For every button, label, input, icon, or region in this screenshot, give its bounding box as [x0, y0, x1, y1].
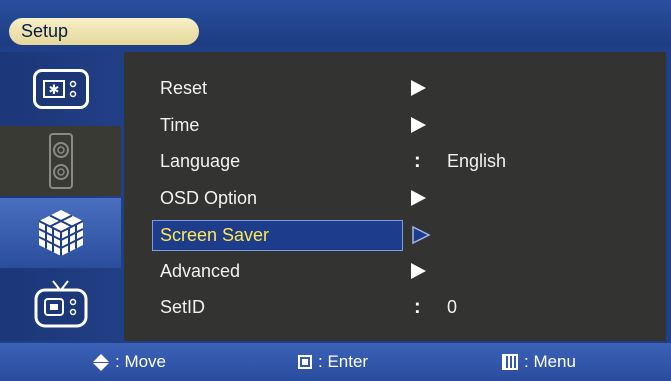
menu-item-reset[interactable]: Reset — [124, 70, 666, 106]
menu-item-advanced[interactable]: Advanced — [124, 253, 666, 289]
help-move-label: : Move — [115, 352, 167, 371]
value-separator: : — [414, 296, 421, 318]
language-value: English — [447, 151, 507, 171]
menu-item-language[interactable]: Language : English — [124, 143, 666, 179]
setup-menu-panel: Reset Time Language : English OSD Option… — [124, 52, 666, 341]
help-menu: : Menu — [502, 343, 576, 381]
submenu-arrow-icon — [411, 190, 426, 206]
menu-item-osd-option[interactable]: OSD Option — [124, 180, 666, 216]
menu-item-label: Time — [160, 115, 200, 135]
submenu-arrow-outline-icon — [412, 225, 431, 245]
menu-item-label: Language — [160, 151, 241, 171]
sidebar-item-setup[interactable] — [0, 198, 121, 268]
help-move: : Move — [93, 343, 166, 381]
sidebar-item-channel[interactable] — [0, 268, 121, 338]
help-enter: : Enter — [298, 343, 368, 381]
osd-window: Setup ✱ Reset Time Language: English OS… — [0, 0, 671, 381]
page-title: Setup — [9, 18, 199, 45]
help-menu-label: : Menu — [524, 352, 576, 371]
menu-item-label: Advanced — [160, 261, 241, 281]
setup-cube-icon — [38, 210, 83, 256]
submenu-arrow-icon — [411, 80, 426, 96]
menu-item-setid[interactable]: SetID : 0 — [124, 289, 666, 325]
menu-item-screen-saver[interactable]: Screen Saver — [124, 217, 666, 253]
svg-text:✱: ✱ — [48, 83, 59, 98]
category-sidebar: ✱ — [0, 52, 121, 341]
submenu-arrow-icon — [411, 263, 426, 279]
value-separator: : — [414, 150, 421, 172]
sidebar-item-picture[interactable]: ✱ — [0, 58, 121, 120]
menu-item-label: Screen Saver — [160, 225, 270, 245]
menu-item-time[interactable]: Time — [124, 107, 666, 143]
title-bar: Setup — [0, 0, 671, 46]
tv-channel-icon — [34, 280, 87, 328]
help-enter-label: : Enter — [318, 352, 369, 371]
menu-item-label: SetID — [160, 297, 206, 317]
enter-icon — [298, 355, 312, 369]
menu-icon — [502, 354, 518, 370]
audio-speaker-icon — [48, 133, 73, 189]
menu-item-label: Reset — [160, 78, 208, 98]
sidebar-item-audio[interactable] — [0, 126, 121, 196]
setid-value: 0 — [447, 297, 458, 317]
help-bar: : Move : Enter : Menu — [0, 343, 671, 381]
menu-item-label: OSD Option — [160, 188, 258, 208]
up-down-arrows-icon — [93, 353, 109, 371]
submenu-arrow-icon — [411, 117, 426, 133]
picture-icon: ✱ — [32, 69, 89, 109]
